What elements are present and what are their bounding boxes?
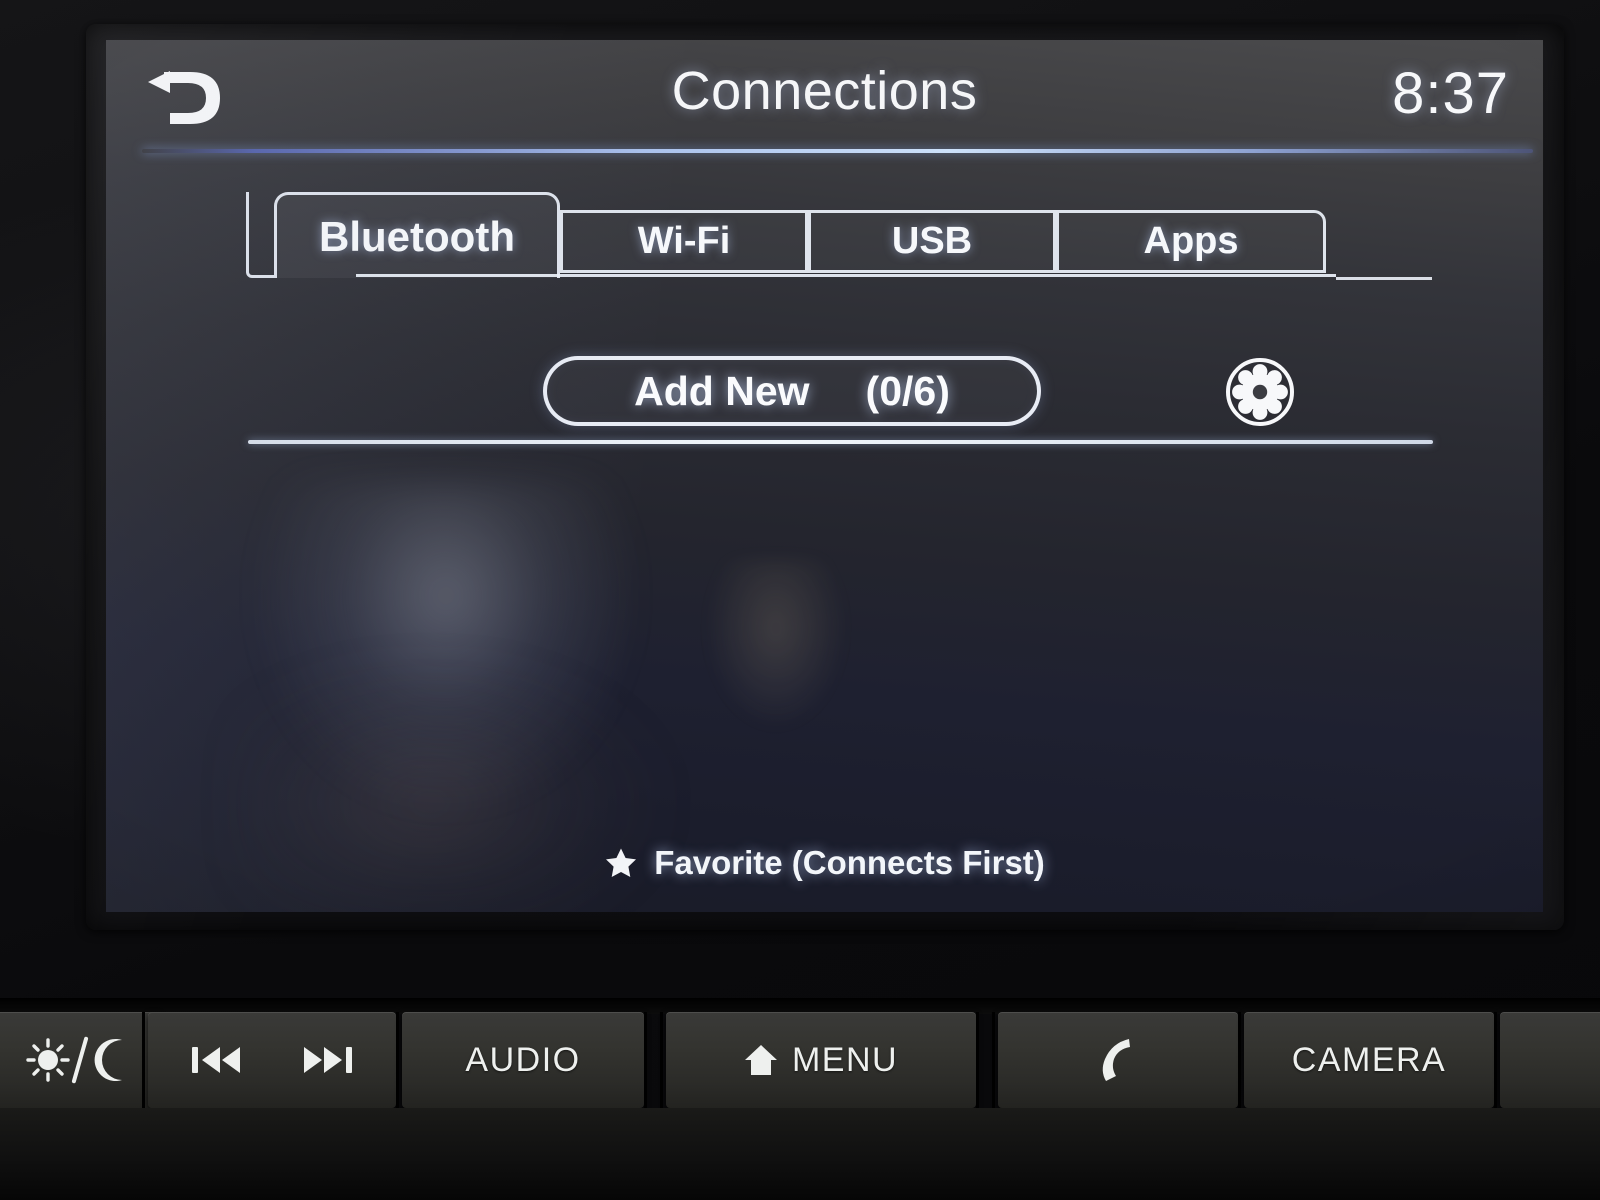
hw-gap-3 [644,1012,647,1108]
console-shelf-bottom [0,1108,1600,1200]
add-new-label: Add New [634,367,810,414]
hw-button-menu[interactable]: MENU [666,1012,976,1108]
hw-gap-1 [142,1012,145,1108]
tab-usb[interactable]: USB [808,210,1056,273]
tabbar-baseline [356,274,1336,277]
tab-label: Wi-Fi [637,220,731,262]
hw-button-audio[interactable]: AUDIO [402,1012,644,1108]
connections-tabbar: Bluetooth Wi-Fi USB Apps [246,188,1336,293]
hw-button-phone[interactable] [998,1012,1238,1108]
favorite-legend: Favorite (Connects First) [106,844,1543,882]
hw-button-edge[interactable] [1500,1012,1600,1108]
hw-button-label: CAMERA [1291,1040,1447,1079]
hw-button-label: MENU [791,1040,899,1079]
tabbar-baseline-extension [1336,277,1432,280]
hw-gap-4b [992,1012,995,1108]
hw-button-label: AUDIO [465,1040,581,1079]
star-icon [606,848,637,877]
tab-label: Apps [1143,220,1239,262]
hw-gap-5 [1238,1012,1241,1108]
hw-button-track-seek[interactable] [148,1012,396,1108]
lcd-screen: Connections 8:37 Bluetooth Wi-Fi USB App… [106,40,1543,912]
header-divider [142,149,1533,153]
gear-icon [1226,358,1294,426]
tab-label: Bluetooth [319,212,515,260]
page-title: Connections [671,61,978,121]
hw-button-brightness[interactable] [0,1012,160,1108]
next-track-icon [304,1047,352,1073]
favorite-legend-label: Favorite (Connects First) [654,844,1045,881]
phone-icon [1102,1039,1130,1081]
hw-gap-3b [660,1012,663,1108]
tab-wifi[interactable]: Wi-Fi [560,210,808,273]
screen-header: Connections 8:37 [106,40,1543,148]
paired-device-list[interactable] [248,450,1433,812]
previous-track-icon [192,1047,240,1073]
add-new-button[interactable]: Add New (0/6) [543,356,1041,426]
hw-button-camera[interactable]: CAMERA [1244,1012,1494,1108]
screen-ui: Connections 8:37 Bluetooth Wi-Fi USB App… [106,40,1543,912]
tab-bluetooth[interactable]: Bluetooth [274,192,560,278]
selected-tab-foot [246,192,274,278]
content-divider [248,440,1433,444]
hw-gap-6 [1494,1012,1497,1108]
paired-device-count: (0/6) [865,367,950,414]
hw-gap-4 [976,1012,979,1108]
clock: 8:37 [1392,61,1509,126]
bluetooth-toolbar: Add New (0/6) [106,298,1543,426]
tab-apps[interactable]: Apps [1056,210,1326,273]
home-icon [744,1045,777,1075]
tab-label: USB [891,220,973,262]
infotainment-photo: Connections 8:37 Bluetooth Wi-Fi USB App… [0,0,1600,1200]
hardware-button-strip: AUDIO MENU CAMERA [0,998,1600,1200]
hw-gap-2 [396,1012,399,1108]
bluetooth-settings-button[interactable] [1224,356,1296,428]
day-night-brightness-icon [26,1036,122,1084]
